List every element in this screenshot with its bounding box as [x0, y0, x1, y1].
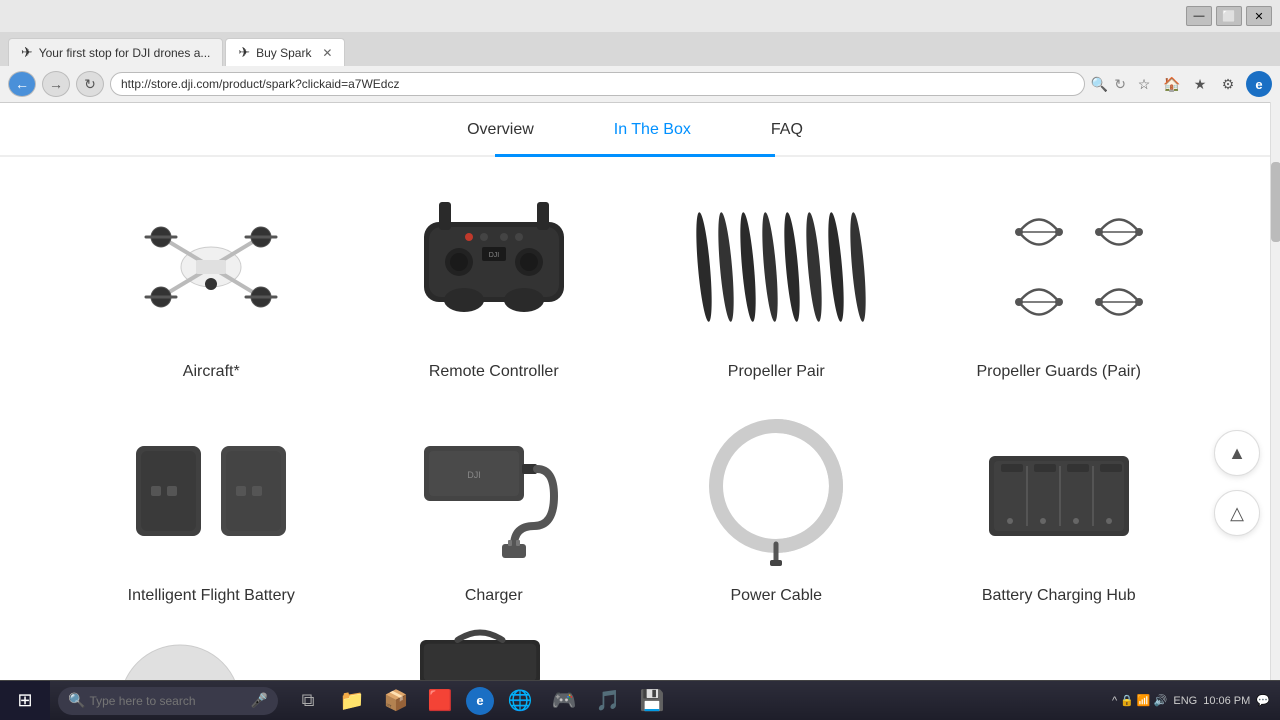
scroll-down-button[interactable]: △: [1214, 490, 1260, 536]
page-content: Overview In The Box FAQ: [0, 103, 1270, 715]
forward-button[interactable]: →: [42, 71, 70, 97]
start-button[interactable]: ⊞: [0, 681, 50, 720]
tab-bar: ✈ Your first stop for DJI drones a... ✈ …: [0, 32, 1280, 66]
charger-image: DJI: [394, 411, 594, 571]
tab-buy-spark[interactable]: ✈ Buy Spark ✕: [225, 38, 345, 66]
scrollbar[interactable]: [1270, 102, 1280, 682]
scroll-up-button[interactable]: ▲: [1214, 430, 1260, 476]
star-icon[interactable]: ★: [1188, 72, 1212, 96]
home-icon[interactable]: 🏠: [1160, 72, 1184, 96]
charging-hub-image: [959, 411, 1159, 571]
products-grid: Aircraft*: [80, 187, 1190, 605]
ie-taskbar-button[interactable]: e: [466, 687, 494, 715]
app3-button[interactable]: 🌐: [502, 683, 538, 719]
ie-icon[interactable]: e: [1246, 71, 1272, 97]
tab-icon: ✈: [238, 44, 250, 61]
taskbar-quick-icons: ⧉ 📁 📦 🟥 e 🌐 🎮 🎵 💾: [290, 683, 670, 719]
propeller-pair-label: Propeller Pair: [728, 363, 825, 381]
site-nav: Overview In The Box FAQ: [0, 103, 1270, 157]
back-button[interactable]: ←: [8, 71, 36, 97]
product-power-cable[interactable]: Power Cable: [645, 411, 908, 605]
svg-text:DJI: DJI: [467, 470, 481, 480]
propeller-guards-label: Propeller Guards (Pair): [977, 363, 1142, 381]
aircraft-label: Aircraft*: [183, 363, 240, 381]
address-input[interactable]: [110, 72, 1085, 96]
battery-image: [111, 411, 311, 571]
nav-faq[interactable]: FAQ: [771, 121, 803, 155]
tab-label: Buy Spark: [256, 46, 311, 60]
app2-button[interactable]: 🟥: [422, 683, 458, 719]
clock: 10:06 PM: [1203, 695, 1250, 707]
svg-text:DJI: DJI: [489, 252, 500, 259]
product-propeller-guards[interactable]: Propeller Guards (Pair): [928, 187, 1191, 381]
search-icon: 🔍: [68, 692, 85, 709]
bookmark-icon[interactable]: ☆: [1132, 72, 1156, 96]
product-battery[interactable]: Intelligent Flight Battery: [80, 411, 343, 605]
product-charger[interactable]: DJI Charger: [363, 411, 626, 605]
app4-button[interactable]: 🎮: [546, 683, 582, 719]
mic-icon: 🎤: [251, 692, 268, 709]
tab-icon: ✈: [21, 44, 33, 61]
product-aircraft[interactable]: Aircraft*: [80, 187, 343, 381]
minimize-button[interactable]: —: [1186, 6, 1212, 26]
task-view-button[interactable]: ⧉: [290, 683, 326, 719]
nav-in-the-box[interactable]: In The Box: [614, 121, 691, 155]
tab-dji-store[interactable]: ✈ Your first stop for DJI drones a...: [8, 38, 223, 66]
power-cable-label: Power Cable: [730, 587, 822, 605]
products-section: Aircraft*: [0, 157, 1270, 715]
aircraft-image: [111, 187, 311, 347]
power-cable-image: [676, 411, 876, 571]
taskbar-right: ^ 🔒 📶 🔊 ENG 10:06 PM 💬: [1112, 694, 1280, 707]
app5-button[interactable]: 🎵: [590, 683, 626, 719]
file-explorer-button[interactable]: 📁: [334, 683, 370, 719]
propeller-guards-image: [959, 187, 1159, 347]
taskbar-search-input[interactable]: [89, 694, 246, 708]
battery-label: Intelligent Flight Battery: [128, 587, 295, 605]
language-indicator: ENG: [1173, 695, 1197, 707]
tab-label: Your first stop for DJI drones a...: [39, 46, 211, 60]
app6-button[interactable]: 💾: [634, 683, 670, 719]
tab-close-icon[interactable]: ✕: [322, 46, 332, 60]
nav-overview[interactable]: Overview: [467, 121, 534, 155]
app1-button[interactable]: 📦: [378, 683, 414, 719]
address-bar: ← → ↻ 🔍 ↻ ☆ 🏠 ★ ⚙ e: [0, 66, 1280, 102]
product-remote-controller[interactable]: DJI Remote Controller: [363, 187, 626, 381]
search-icon: 🔍: [1091, 76, 1108, 93]
product-charging-hub[interactable]: Battery Charging Hub: [928, 411, 1191, 605]
remote-controller-label: Remote Controller: [429, 363, 559, 381]
remote-controller-image: DJI: [394, 187, 594, 347]
close-button[interactable]: ✕: [1246, 6, 1272, 26]
maximize-button[interactable]: ⬜: [1216, 6, 1242, 26]
refresh-button[interactable]: ↻: [76, 71, 104, 97]
browser-icons: ☆ 🏠 ★ ⚙: [1132, 72, 1240, 96]
browser-chrome: — ⬜ ✕ ✈ Your first stop for DJI drones a…: [0, 0, 1280, 103]
charging-hub-label: Battery Charging Hub: [982, 587, 1136, 605]
taskbar: ⊞ 🔍 🎤 ⧉ 📁 📦 🟥 e 🌐 🎮 🎵 💾 ^ 🔒 📶 🔊 ENG 10:0…: [0, 680, 1280, 720]
notification-icon: 💬: [1256, 694, 1270, 707]
refresh-icon: ↻: [1114, 76, 1126, 93]
charger-label: Charger: [465, 587, 523, 605]
scroll-thumb[interactable]: [1271, 162, 1280, 242]
title-bar: — ⬜ ✕: [0, 0, 1280, 32]
settings-icon[interactable]: ⚙: [1216, 72, 1240, 96]
propeller-pair-image: [676, 187, 876, 347]
window-controls: — ⬜ ✕: [1186, 6, 1272, 26]
system-tray: ^ 🔒 📶 🔊: [1112, 694, 1167, 707]
search-box[interactable]: 🔍 🎤: [58, 687, 278, 715]
product-propeller-pair[interactable]: Propeller Pair: [645, 187, 908, 381]
nav-underline: [495, 154, 775, 157]
